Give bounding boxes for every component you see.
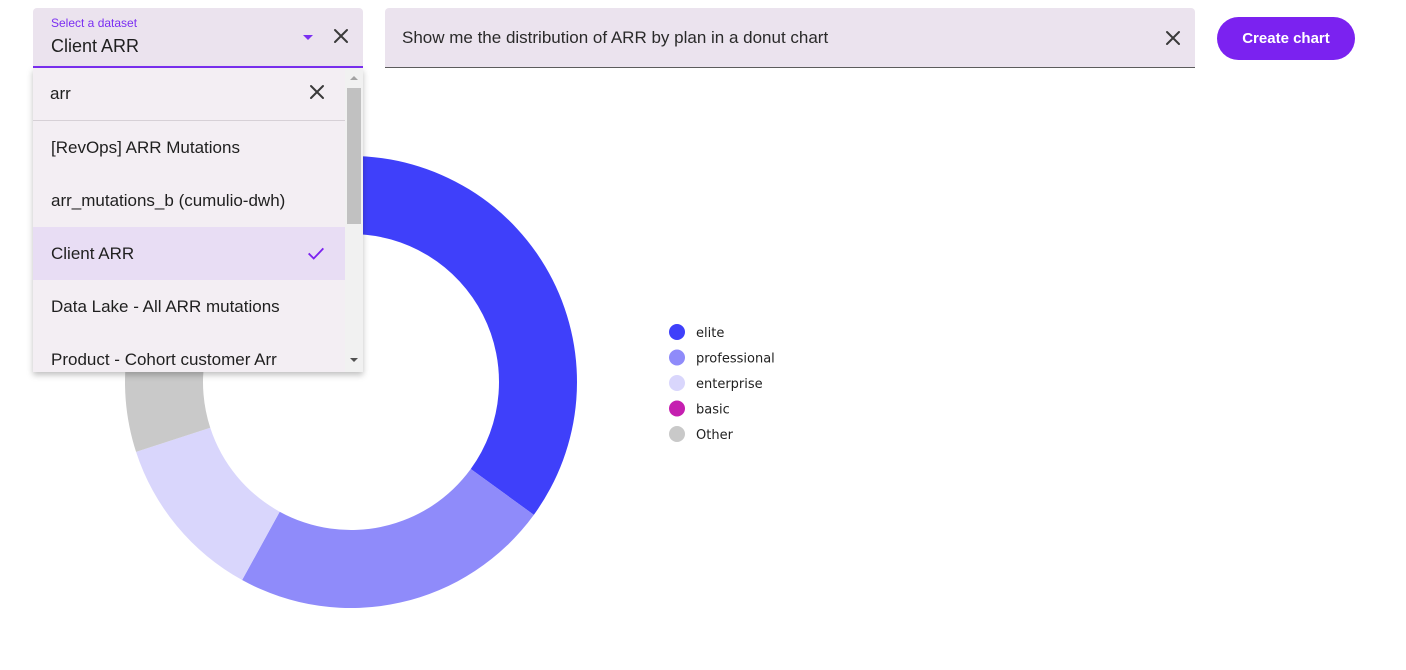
dataset-option-label: arr_mutations_b (cumulio-dwh) [51, 191, 286, 210]
legend-dot-elite[interactable] [669, 324, 685, 340]
checkmark-icon [308, 247, 324, 260]
legend-dot-other[interactable] [669, 426, 685, 442]
chart-query-field[interactable]: Show me the distribution of ARR by plan … [385, 8, 1195, 68]
dataset-option-label: Data Lake - All ARR mutations [51, 297, 280, 316]
close-icon[interactable] [329, 24, 353, 48]
legend-label-enterprise[interactable]: enterprise [696, 377, 763, 392]
dataset-search-input[interactable] [50, 81, 290, 107]
legend-label-basic[interactable]: basic [696, 403, 730, 418]
close-icon[interactable] [305, 80, 329, 104]
dropdown-scrollbar[interactable] [345, 68, 363, 372]
legend-dot-enterprise[interactable] [669, 375, 685, 391]
chart-legend: elite professional enterprise basic Other [669, 324, 775, 443]
dataset-select[interactable]: Select a dataset Client ARR [33, 8, 363, 68]
donut-slice-elite[interactable] [351, 156, 577, 515]
dataset-select-label: Select a dataset [51, 16, 138, 30]
dataset-option[interactable]: Data Lake - All ARR mutations [33, 280, 345, 333]
scroll-down-arrow-icon[interactable] [350, 358, 358, 362]
close-icon[interactable] [1161, 26, 1185, 50]
legend-label-other[interactable]: Other [696, 428, 734, 443]
dataset-option-label: Product - Cohort customer Arr [51, 350, 277, 369]
dataset-option-list: [RevOps] ARR Mutations arr_mutations_b (… [33, 121, 345, 372]
dataset-dropdown-panel: [RevOps] ARR Mutations arr_mutations_b (… [33, 68, 363, 372]
chart-query-text[interactable]: Show me the distribution of ARR by plan … [402, 28, 828, 48]
donut-slice-enterprise[interactable] [136, 427, 280, 581]
dataset-option[interactable]: Product - Cohort customer Arr [33, 333, 345, 372]
dataset-option[interactable]: arr_mutations_b (cumulio-dwh) [33, 174, 345, 227]
donut-slice-professional[interactable] [242, 468, 534, 608]
dataset-option[interactable]: [RevOps] ARR Mutations [33, 121, 345, 174]
legend-label-professional[interactable]: professional [696, 352, 775, 367]
dropdown-search [33, 68, 345, 121]
dataset-option-label: Client ARR [51, 244, 135, 263]
dataset-option-label: [RevOps] ARR Mutations [51, 138, 240, 157]
dropdown-arrow-icon[interactable] [303, 35, 313, 40]
dataset-option-selected[interactable]: Client ARR [33, 227, 345, 280]
scroll-up-arrow-icon[interactable] [350, 76, 358, 80]
legend-dot-basic[interactable] [669, 400, 685, 417]
scrollbar-thumb[interactable] [347, 88, 361, 224]
legend-dot-professional[interactable] [669, 349, 685, 366]
dataset-select-value: Client ARR [51, 36, 140, 56]
create-chart-button[interactable]: Create chart [1217, 17, 1355, 60]
legend-label-elite[interactable]: elite [696, 326, 724, 341]
